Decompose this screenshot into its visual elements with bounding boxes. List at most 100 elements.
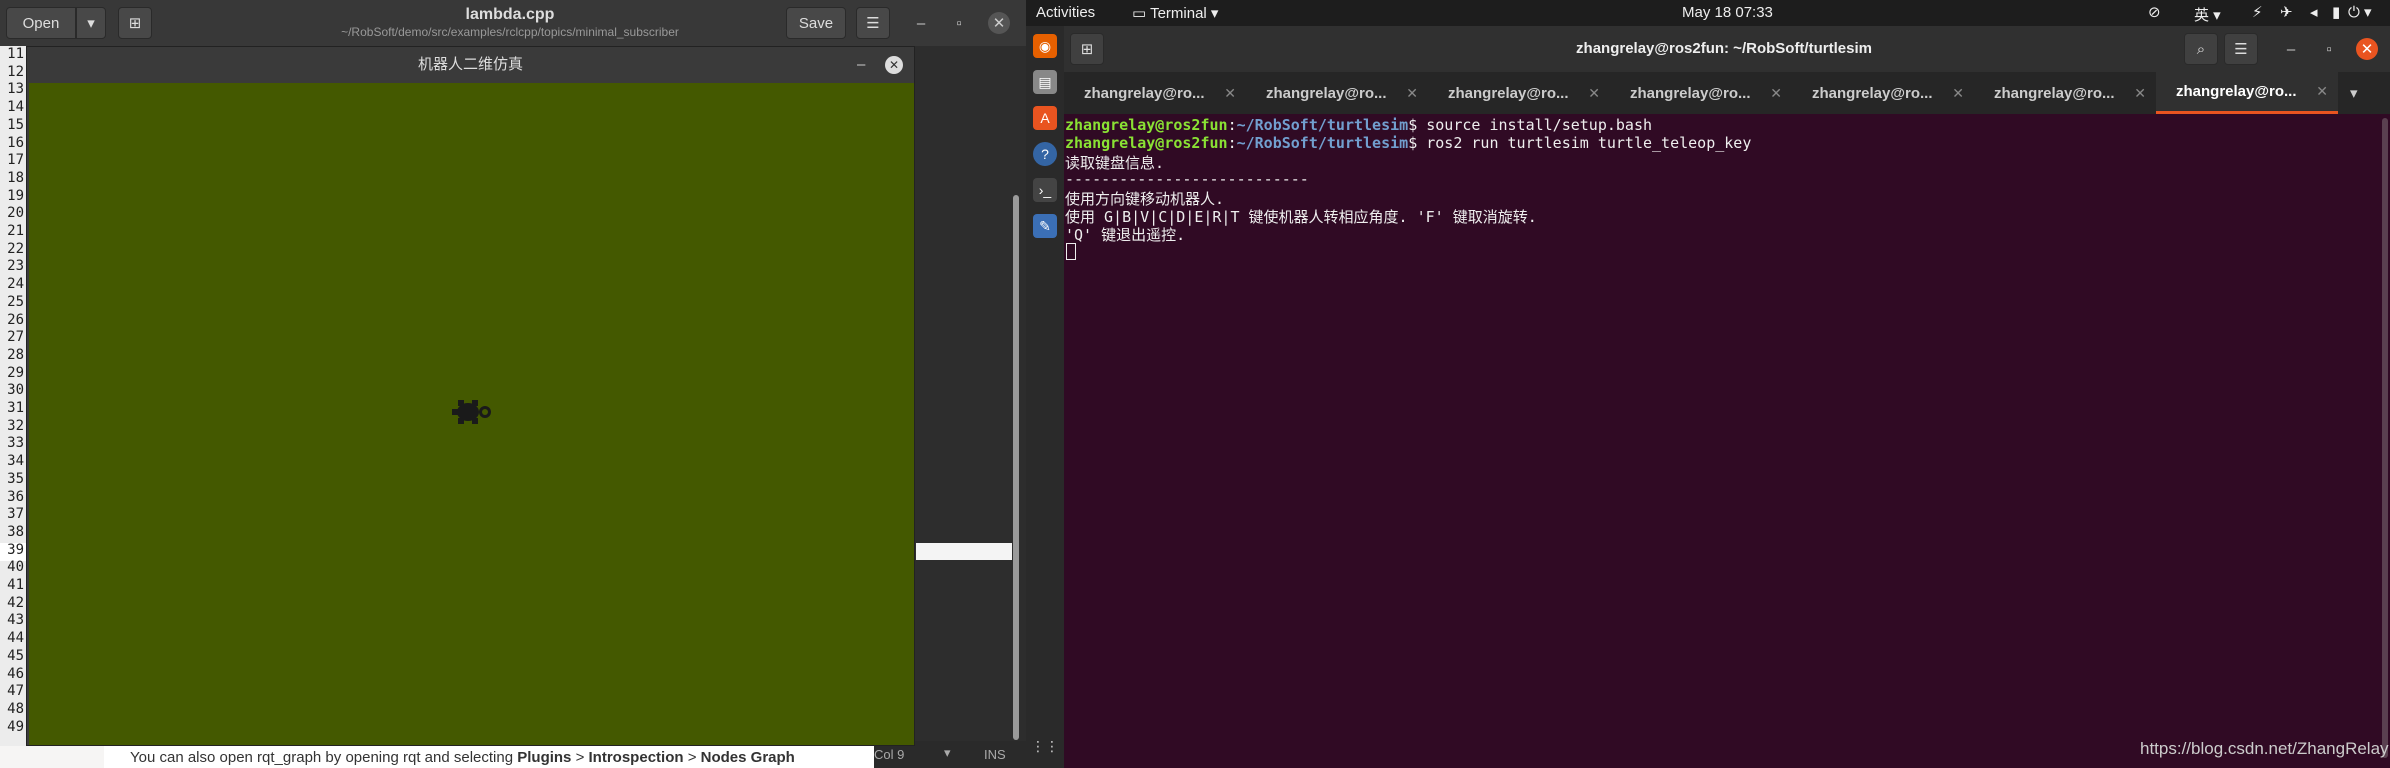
terminal-tab-bar: zhangrelay@ro... ✕ zhangrelay@ro... ✕ zhangr… xyxy=(1064,72,2390,114)
maximize-button[interactable]: ▫ xyxy=(948,12,970,34)
tab-list-dropdown[interactable]: ▾ xyxy=(2338,72,2378,114)
line-number: 48 xyxy=(7,700,24,717)
minimize-icon: – xyxy=(2286,40,2296,58)
close-tab-icon[interactable]: ✕ xyxy=(2316,83,2328,100)
network-icon[interactable]: ⚡ xyxy=(2252,3,2263,21)
chevron-down-icon: ▾ xyxy=(87,15,95,32)
terminal-tab[interactable]: zhangrelay@ro... ✕ xyxy=(1792,72,1974,114)
document-text-strip: You can also open rqt_graph by opening r… xyxy=(104,746,874,768)
text-editor-icon[interactable]: ✎ xyxy=(1033,214,1057,238)
line-number: 26 xyxy=(7,311,24,328)
close-tab-icon[interactable]: ✕ xyxy=(1952,85,1964,102)
line-number: 31 xyxy=(7,400,24,416)
editor-area[interactable] xyxy=(914,46,1026,746)
doc-bold-nodes-graph: Nodes Graph xyxy=(700,749,795,766)
line-number: 23 xyxy=(7,258,24,275)
terminal-tab[interactable]: zhangrelay@ro... ✕ xyxy=(1246,72,1428,114)
line-number: 36 xyxy=(7,488,24,505)
volume-icon[interactable]: ◂ xyxy=(2310,3,2318,21)
hamburger-menu-button[interactable]: ☰ xyxy=(2224,33,2258,65)
line-number: 33 xyxy=(7,435,24,452)
open-menu-button[interactable]: ▾ xyxy=(76,7,106,39)
terminal-tab[interactable]: zhangrelay@ro... ✕ xyxy=(1428,72,1610,114)
editor-scrollbar[interactable] xyxy=(1013,195,1019,740)
prompt-user: zhangrelay@ros2fun xyxy=(1065,134,1228,152)
line-number: 29 xyxy=(7,364,24,381)
command-text: $ source install/setup.bash xyxy=(1408,116,1653,134)
airplane-icon[interactable]: ✈ xyxy=(2280,3,2293,21)
terminal-output[interactable]: zhangrelay@ros2fun:~/RobSoft/turtlesim$ … xyxy=(1064,114,2380,768)
line-number: 11 xyxy=(7,46,24,62)
power-icon[interactable]: ⏻ ▾ xyxy=(2348,3,2372,21)
line-number: 37 xyxy=(7,506,24,523)
terminal-line: 'Q' 键退出遥控. xyxy=(1065,226,1186,244)
minimize-button[interactable]: – xyxy=(910,12,932,34)
insert-mode-indicator[interactable]: INS xyxy=(984,747,1006,762)
line-number: 13 xyxy=(7,81,24,98)
doc-sep: > xyxy=(571,749,589,766)
line-number: 16 xyxy=(7,134,24,151)
new-tab-button[interactable]: ⊞ xyxy=(1070,33,1104,65)
close-icon: ✕ xyxy=(2360,41,2374,58)
input-method[interactable]: 英 ▾ xyxy=(2194,4,2221,25)
close-button[interactable]: ✕ xyxy=(2356,38,2378,60)
new-tab-button[interactable]: ⊞ xyxy=(118,7,152,39)
line-number: 47 xyxy=(7,683,24,700)
terminal-tab[interactable]: zhangrelay@ro... ✕ xyxy=(1610,72,1792,114)
terminal-cursor xyxy=(1066,243,1076,260)
terminal-tab-label: zhangrelay@ro... xyxy=(2176,83,2297,100)
save-button[interactable]: Save xyxy=(786,7,846,39)
firefox-icon[interactable]: ◉ xyxy=(1033,34,1057,58)
terminal-tab-label: zhangrelay@ro... xyxy=(1448,84,1569,102)
doc-bold-plugins: Plugins xyxy=(517,749,572,766)
close-tab-icon[interactable]: ✕ xyxy=(1770,85,1782,102)
terminal-scrollbar[interactable] xyxy=(2380,114,2390,768)
minimize-button[interactable]: – xyxy=(2280,38,2302,60)
battery-icon[interactable]: ▮ xyxy=(2332,3,2340,21)
help-icon[interactable]: ? xyxy=(1033,142,1057,166)
terminal-line: zhangrelay@ros2fun:~/RobSoft/turtlesim$ … xyxy=(1065,134,1752,152)
minimize-icon: – xyxy=(916,14,926,32)
turtlesim-canvas xyxy=(29,83,914,745)
line-number: 41 xyxy=(7,577,24,593)
terminal-tab-label: zhangrelay@ro... xyxy=(1084,84,1205,102)
close-tab-icon[interactable]: ✕ xyxy=(2134,85,2146,102)
close-button[interactable]: ✕ xyxy=(885,56,903,74)
files-icon[interactable]: ▤ xyxy=(1033,70,1057,94)
line-number: 42 xyxy=(7,594,24,611)
line-number: 30 xyxy=(7,382,24,399)
show-apps-icon[interactable]: ⋮⋮ xyxy=(1031,734,1059,758)
dock: ◉ ▤ A ? ›_ ✎ ⋮⋮ xyxy=(1026,26,1064,768)
search-button[interactable]: ⌕ xyxy=(2184,33,2218,65)
gedit-headerbar: Open ▾ ⊞ lambda.cpp ~/RobSoft/demo/src/e… xyxy=(0,0,1026,46)
terminal-tab-label: zhangrelay@ro... xyxy=(1812,84,1933,102)
close-tab-icon[interactable]: ✕ xyxy=(1406,85,1418,102)
minimize-button[interactable]: – xyxy=(857,47,865,83)
terminal-tab[interactable]: zhangrelay@ro... ✕ xyxy=(2156,72,2338,114)
prompt-user: zhangrelay@ros2fun xyxy=(1065,116,1228,134)
terminal-tab-label: zhangrelay@ro... xyxy=(1630,84,1751,102)
chevron-down-icon[interactable]: ▾ xyxy=(944,745,951,761)
hamburger-menu-button[interactable]: ☰ xyxy=(856,7,890,39)
line-number: 27 xyxy=(7,329,24,346)
open-button[interactable]: Open xyxy=(6,7,76,39)
terminal-icon[interactable]: ›_ xyxy=(1033,178,1057,202)
terminal-tab[interactable]: zhangrelay@ro... ✕ xyxy=(1064,72,1246,114)
maximize-icon: ▫ xyxy=(2326,40,2332,58)
app-menu[interactable]: ▭ Terminal ▾ xyxy=(1132,4,1218,22)
line-number: 45 xyxy=(7,647,24,664)
software-icon[interactable]: A xyxy=(1033,106,1057,130)
line-number: 14 xyxy=(7,99,24,116)
line-number: 22 xyxy=(7,240,24,257)
maximize-button[interactable]: ▫ xyxy=(2318,38,2340,60)
line-number: 15 xyxy=(7,116,24,133)
sync-icon[interactable]: ⊘ xyxy=(2148,3,2161,21)
column-indicator[interactable]: Col 9 xyxy=(874,747,904,762)
close-button[interactable]: ✕ xyxy=(988,12,1010,34)
close-tab-icon[interactable]: ✕ xyxy=(1224,85,1236,102)
prompt-path: ~/RobSoft/turtlesim xyxy=(1236,134,1409,152)
close-tab-icon[interactable]: ✕ xyxy=(1588,85,1600,102)
clock[interactable]: May 18 07:33 xyxy=(1682,4,1773,21)
activities-button[interactable]: Activities xyxy=(1036,4,1095,21)
terminal-tab[interactable]: zhangrelay@ro... ✕ xyxy=(1974,72,2156,114)
